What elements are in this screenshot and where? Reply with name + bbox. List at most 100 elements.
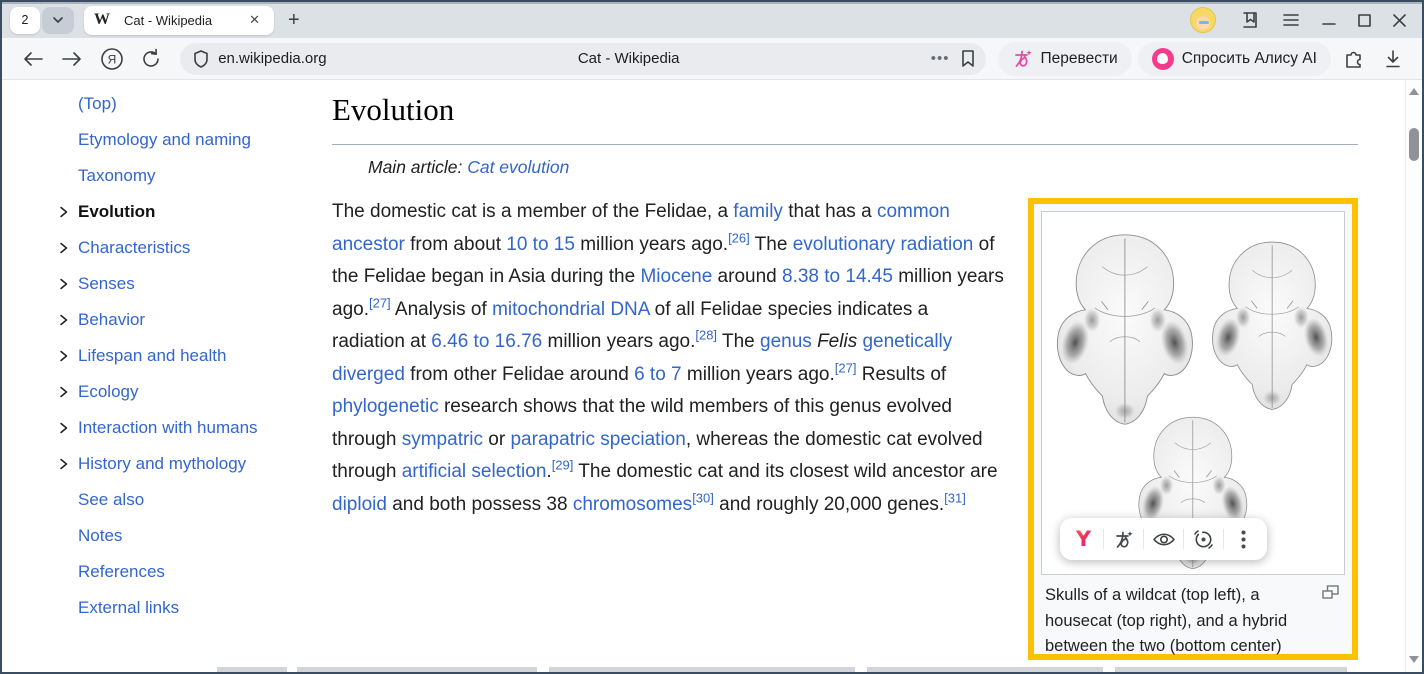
- reference-link[interactable]: [31]: [944, 490, 966, 505]
- scroll-down-arrow[interactable]: [1409, 656, 1419, 664]
- toc-item-behavior[interactable]: Behavior: [58, 302, 328, 338]
- close-icon[interactable]: [1393, 14, 1406, 27]
- paragraph-text: Analysis of: [391, 299, 492, 320]
- toc-item-external-links[interactable]: External links: [58, 590, 328, 626]
- article-link[interactable]: chromosomes: [573, 494, 692, 515]
- toc-expand-chevron-icon[interactable]: [58, 421, 78, 435]
- toc-item-interaction-with-humans[interactable]: Interaction with humans: [58, 410, 328, 446]
- reference-link[interactable]: [29]: [552, 458, 574, 473]
- downloads-icon[interactable]: [1376, 43, 1410, 75]
- scrollbar[interactable]: [1405, 80, 1422, 672]
- toc-item-label: Taxonomy: [78, 166, 155, 186]
- browser-window: 2 W Cat - Wikipedia ✕ + Я: [0, 0, 1424, 674]
- forward-button[interactable]: [56, 43, 90, 75]
- article-link[interactable]: 8.38 to 14.45: [782, 266, 893, 287]
- toc-expand-chevron-icon[interactable]: [58, 313, 78, 327]
- back-button[interactable]: [16, 43, 50, 75]
- menu-icon[interactable]: [1282, 13, 1300, 27]
- section-heading: Evolution: [332, 86, 1358, 145]
- bookmark-icon[interactable]: [960, 49, 976, 68]
- reference-link[interactable]: [28]: [695, 328, 717, 343]
- article-link[interactable]: evolutionary radiation: [793, 234, 974, 255]
- toc-item-evolution[interactable]: Evolution: [58, 194, 328, 230]
- more-options-kebab-icon[interactable]: [1224, 518, 1263, 560]
- toc-item-senses[interactable]: Senses: [58, 266, 328, 302]
- translate-image-icon[interactable]: [1104, 518, 1143, 560]
- tab-list-chevron-button[interactable]: [42, 7, 74, 34]
- toc-item-label: Etymology and naming: [78, 130, 251, 150]
- article-link[interactable]: artificial selection: [402, 461, 547, 482]
- expand-image-icon[interactable]: [1322, 585, 1339, 599]
- reference-superscript[interactable]: [27]: [369, 295, 391, 310]
- translate-button[interactable]: Перевести: [998, 42, 1132, 76]
- next-section-peek: [217, 667, 287, 672]
- reference-link[interactable]: [27]: [835, 360, 857, 375]
- reference-superscript[interactable]: [29]: [552, 458, 574, 473]
- site-security-shield-icon[interactable]: [192, 49, 210, 69]
- toc-item-see-also[interactable]: See also: [58, 482, 328, 518]
- scroll-up-arrow[interactable]: [1409, 88, 1419, 96]
- extensions-puzzle-icon[interactable]: [1337, 43, 1371, 75]
- next-section-peek: [297, 667, 537, 672]
- article-link[interactable]: phylogenetic: [332, 396, 439, 417]
- toc-item-ecology[interactable]: Ecology: [58, 374, 328, 410]
- profile-avatar[interactable]: [1190, 7, 1216, 33]
- article-link[interactable]: 10 to 15: [506, 234, 575, 255]
- url-text[interactable]: en.wikipedia.org: [218, 50, 326, 67]
- toc-expand-chevron-icon[interactable]: [58, 241, 78, 255]
- article-link[interactable]: Miocene: [640, 266, 712, 287]
- new-tab-button[interactable]: +: [288, 10, 300, 30]
- toc-item-characteristics[interactable]: Characteristics: [58, 230, 328, 266]
- image-hover-toolbar: Y: [1060, 518, 1267, 560]
- paragraph-text: million years ago.: [542, 331, 695, 352]
- article-link[interactable]: genus: [760, 331, 812, 352]
- translate-icon: [1012, 48, 1033, 69]
- minimize-icon[interactable]: [1322, 14, 1336, 26]
- yandex-services-button[interactable]: Я: [95, 43, 129, 75]
- toc-item-lifespan-and-health[interactable]: Lifespan and health: [58, 338, 328, 374]
- figure-image[interactable]: Y: [1041, 211, 1345, 575]
- tab-close-icon[interactable]: ✕: [245, 10, 264, 30]
- toc-item-notes[interactable]: Notes: [58, 518, 328, 554]
- article-link[interactable]: 6 to 7: [634, 364, 682, 385]
- reference-link[interactable]: [30]: [692, 490, 714, 505]
- reference-superscript[interactable]: [26]: [728, 230, 750, 245]
- toc-expand-chevron-icon[interactable]: [58, 457, 78, 471]
- article-link[interactable]: 6.46 to 16.76: [431, 331, 542, 352]
- toc-item-label: Senses: [78, 274, 135, 294]
- paragraph-text: and roughly 20,000 genes.: [714, 494, 944, 515]
- scrollbar-thumb[interactable]: [1409, 128, 1419, 161]
- article-link[interactable]: parapatric speciation: [510, 429, 685, 450]
- reference-superscript[interactable]: [31]: [944, 490, 966, 505]
- refresh-button[interactable]: [135, 43, 169, 75]
- hatnote-link[interactable]: Cat evolution: [467, 157, 569, 177]
- show-original-eye-icon[interactable]: [1144, 518, 1183, 560]
- article-link[interactable]: sympatric: [402, 429, 483, 450]
- toc-expand-chevron-icon[interactable]: [58, 205, 78, 219]
- reference-superscript[interactable]: [27]: [835, 360, 857, 375]
- reference-link[interactable]: [26]: [728, 230, 750, 245]
- toc-item-taxonomy[interactable]: Taxonomy: [58, 158, 328, 194]
- reference-superscript[interactable]: [28]: [695, 328, 717, 343]
- image-search-lens-icon[interactable]: [1184, 518, 1223, 560]
- article-link[interactable]: mitochondrial DNA: [492, 299, 649, 320]
- article-link[interactable]: family: [733, 201, 783, 222]
- article-link[interactable]: diploid: [332, 494, 387, 515]
- maximize-icon[interactable]: [1358, 14, 1371, 27]
- yandex-logo-icon[interactable]: Y: [1064, 518, 1103, 560]
- ask-alice-button[interactable]: Спросить Алису AI: [1138, 42, 1331, 76]
- address-bar[interactable]: en.wikipedia.org Cat - Wikipedia •••: [180, 43, 985, 75]
- reference-link[interactable]: [27]: [369, 295, 391, 310]
- toc-item-references[interactable]: References: [58, 554, 328, 590]
- toc-item-etymology-and-naming[interactable]: Etymology and naming: [58, 122, 328, 158]
- toc-expand-chevron-icon[interactable]: [58, 349, 78, 363]
- reference-superscript[interactable]: [30]: [692, 490, 714, 505]
- toc-item-top[interactable]: (Top): [58, 86, 328, 122]
- tab-counter-button[interactable]: 2: [10, 7, 40, 34]
- toc-item-history-and-mythology[interactable]: History and mythology: [58, 446, 328, 482]
- more-actions-icon[interactable]: •••: [931, 50, 950, 67]
- toc-expand-chevron-icon[interactable]: [58, 277, 78, 291]
- tab-cat-wikipedia[interactable]: W Cat - Wikipedia ✕: [84, 6, 274, 35]
- side-panel-bookmark-icon[interactable]: [1238, 10, 1260, 30]
- toc-expand-chevron-icon[interactable]: [58, 385, 78, 399]
